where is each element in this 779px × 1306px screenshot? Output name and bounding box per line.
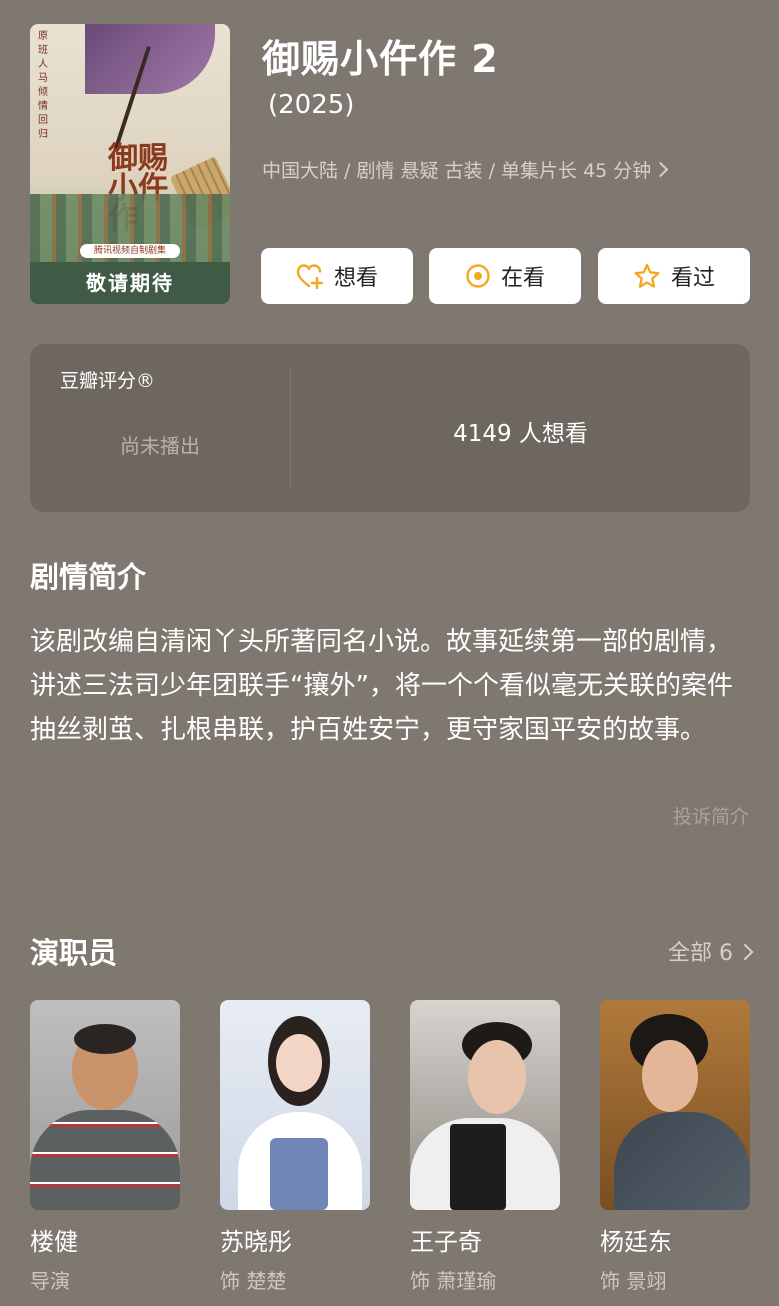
cast-name: 王子奇 <box>410 1228 482 1256</box>
cast-role: 导演 <box>30 1269 70 1293</box>
cast-card[interactable]: 楼健 导演 <box>30 1000 180 1294</box>
chevron-right-icon <box>653 161 669 178</box>
target-icon <box>465 263 491 289</box>
rating-status: 尚未播出 <box>120 434 200 458</box>
poster-art-sleeve <box>85 24 215 94</box>
cast-photo <box>30 1000 180 1210</box>
cast-card[interactable]: 苏晓彤 饰 楚楚 <box>220 1000 370 1294</box>
cast-all-link[interactable]: 全部 6 <box>668 935 754 967</box>
poster-coming-soon: 敬请期待 <box>30 262 230 304</box>
show-title: 御赐小仵作 2 <box>262 37 499 81</box>
cast-heading: 演职员 <box>30 936 118 970</box>
show-year: (2025) <box>268 90 355 120</box>
show-poster[interactable]: 原班人马倾情回归 御赐小仵作 腾讯视频自制剧集 敬请期待 <box>30 24 230 304</box>
chevron-right-icon <box>736 943 754 961</box>
cast-photo <box>220 1000 370 1210</box>
cast-all-label: 全部 6 <box>668 941 733 966</box>
want-label: 想看 <box>333 266 378 291</box>
watching-button[interactable]: 在看 <box>429 248 581 304</box>
report-synopsis-link[interactable]: 投诉简介 <box>673 802 749 829</box>
poster-ribbon: 腾讯视频自制剧集 <box>80 244 180 258</box>
douban-rating-label: 豆瓣评分® <box>60 370 156 392</box>
cast-role: 饰 萧瑾瑜 <box>410 1269 497 1293</box>
want-to-watch-button[interactable]: 想看 <box>261 248 413 304</box>
watched-button[interactable]: 看过 <box>598 248 750 304</box>
cast-card[interactable]: 杨廷东 饰 景翊 <box>600 1000 750 1294</box>
cast-role: 饰 楚楚 <box>220 1269 287 1293</box>
cast-photo <box>600 1000 750 1210</box>
cast-photo <box>410 1000 560 1210</box>
cast-name: 楼健 <box>30 1228 78 1256</box>
star-icon <box>633 263 661 290</box>
rating-panel: 豆瓣评分® 尚未播出 4149 人想看 <box>30 344 750 512</box>
poster-side-text: 原班人马倾情回归 <box>38 31 48 140</box>
show-meta-link[interactable]: 中国大陆 / 剧情 悬疑 古装 / 单集片长 45 分钟 <box>262 156 669 183</box>
heart-plus-icon <box>296 263 324 289</box>
cast-name: 杨廷东 <box>600 1228 672 1256</box>
synopsis-text: 该剧改编自清闲丫头所著同名小说。故事延续第一部的剧情，讲述三法司少年团联手“攘外… <box>30 627 733 745</box>
watching-label: 在看 <box>500 266 545 291</box>
watched-label: 看过 <box>670 266 715 291</box>
wish-count: 4149 人想看 <box>453 421 588 447</box>
cast-name: 苏晓彤 <box>220 1228 292 1256</box>
show-meta-text: 中国大陆 / 剧情 悬疑 古装 / 单集片长 45 分钟 <box>262 160 652 182</box>
cast-role: 饰 景翊 <box>600 1269 667 1293</box>
cast-card[interactable]: 王子奇 饰 萧瑾瑜 <box>410 1000 560 1294</box>
synopsis-heading: 剧情简介 <box>30 560 147 594</box>
